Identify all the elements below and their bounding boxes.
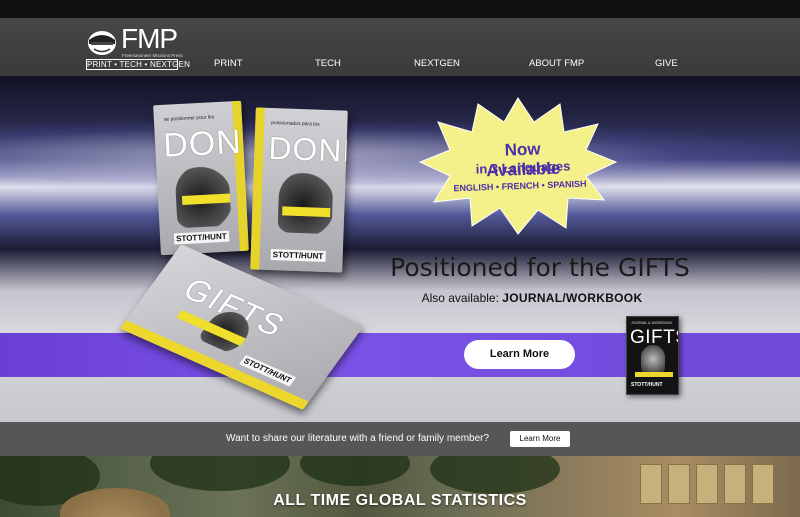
logo-subtitle: Freemasoneer Missions Press [122,53,183,58]
share-learn-more-button[interactable]: Learn More [510,431,570,447]
hero-subtext-prefix: Also available: [421,291,503,305]
book-title: DONES [267,129,348,171]
workbook-cover[interactable]: JOURNAL & WORKBOOK GIFTS STOTT/HUNT [626,316,679,395]
top-strip [0,0,800,18]
share-bar: Want to share our literature with a frie… [0,422,800,456]
book-author: STOTT/HUNT [270,249,326,262]
fmp-logo[interactable]: FMP Freemasoneer Missions Press PRINT • … [86,23,191,70]
nav-item-about-fmp[interactable]: ABOUT FMP [529,58,584,69]
hand-image [277,170,334,235]
site-header: FMP Freemasoneer Missions Press PRINT • … [0,18,800,76]
hero-heading: Positioned for the GIFTS [390,253,690,282]
statistics-heading: ALL TIME GLOBAL STATISTICS [273,492,527,509]
nav-item-print[interactable]: PRINT [214,58,243,69]
share-text: Want to share our literature with a frie… [226,433,490,444]
nav-item-give[interactable]: GIVE [655,58,678,69]
book-dones-spanish: posicionados para los DONES STOTT/HUNT [250,107,348,273]
hero-purple-band [0,333,800,377]
learn-more-button[interactable]: Learn More [464,340,575,369]
workbook-top-label: JOURNAL & WORKBOOK [631,321,673,325]
statistics-section: ALL TIME GLOBAL STATISTICS [0,456,800,517]
nav-item-nextgen[interactable]: NEXTGEN [414,58,460,69]
logo-tagline: PRINT • TECH • NEXTGEN [86,59,191,70]
logo-face-icon [88,31,116,55]
hero-light-streak [0,121,800,191]
hero-banner: se positionner pour les DONS STOTT/HUNT … [0,76,800,422]
hero-subtext-bold: JOURNAL/WORKBOOK [502,291,643,305]
nav-item-tech[interactable]: TECH [315,58,341,69]
book-small-title: se positionner pour les [163,114,215,123]
book-dons-french: se positionner pour les DONS STOTT/HUNT [153,100,249,256]
book-title: DONS [162,121,249,165]
logo-title: FMP [121,23,178,54]
workbook-author: STOTT/HUNT [631,382,663,388]
book-small-title: posicionados para los [271,119,320,128]
hero-subtext: Also available: JOURNAL/WORKBOOK [382,291,682,305]
book-author: STOTT/HUNT [173,230,229,245]
hand-image [641,345,665,373]
